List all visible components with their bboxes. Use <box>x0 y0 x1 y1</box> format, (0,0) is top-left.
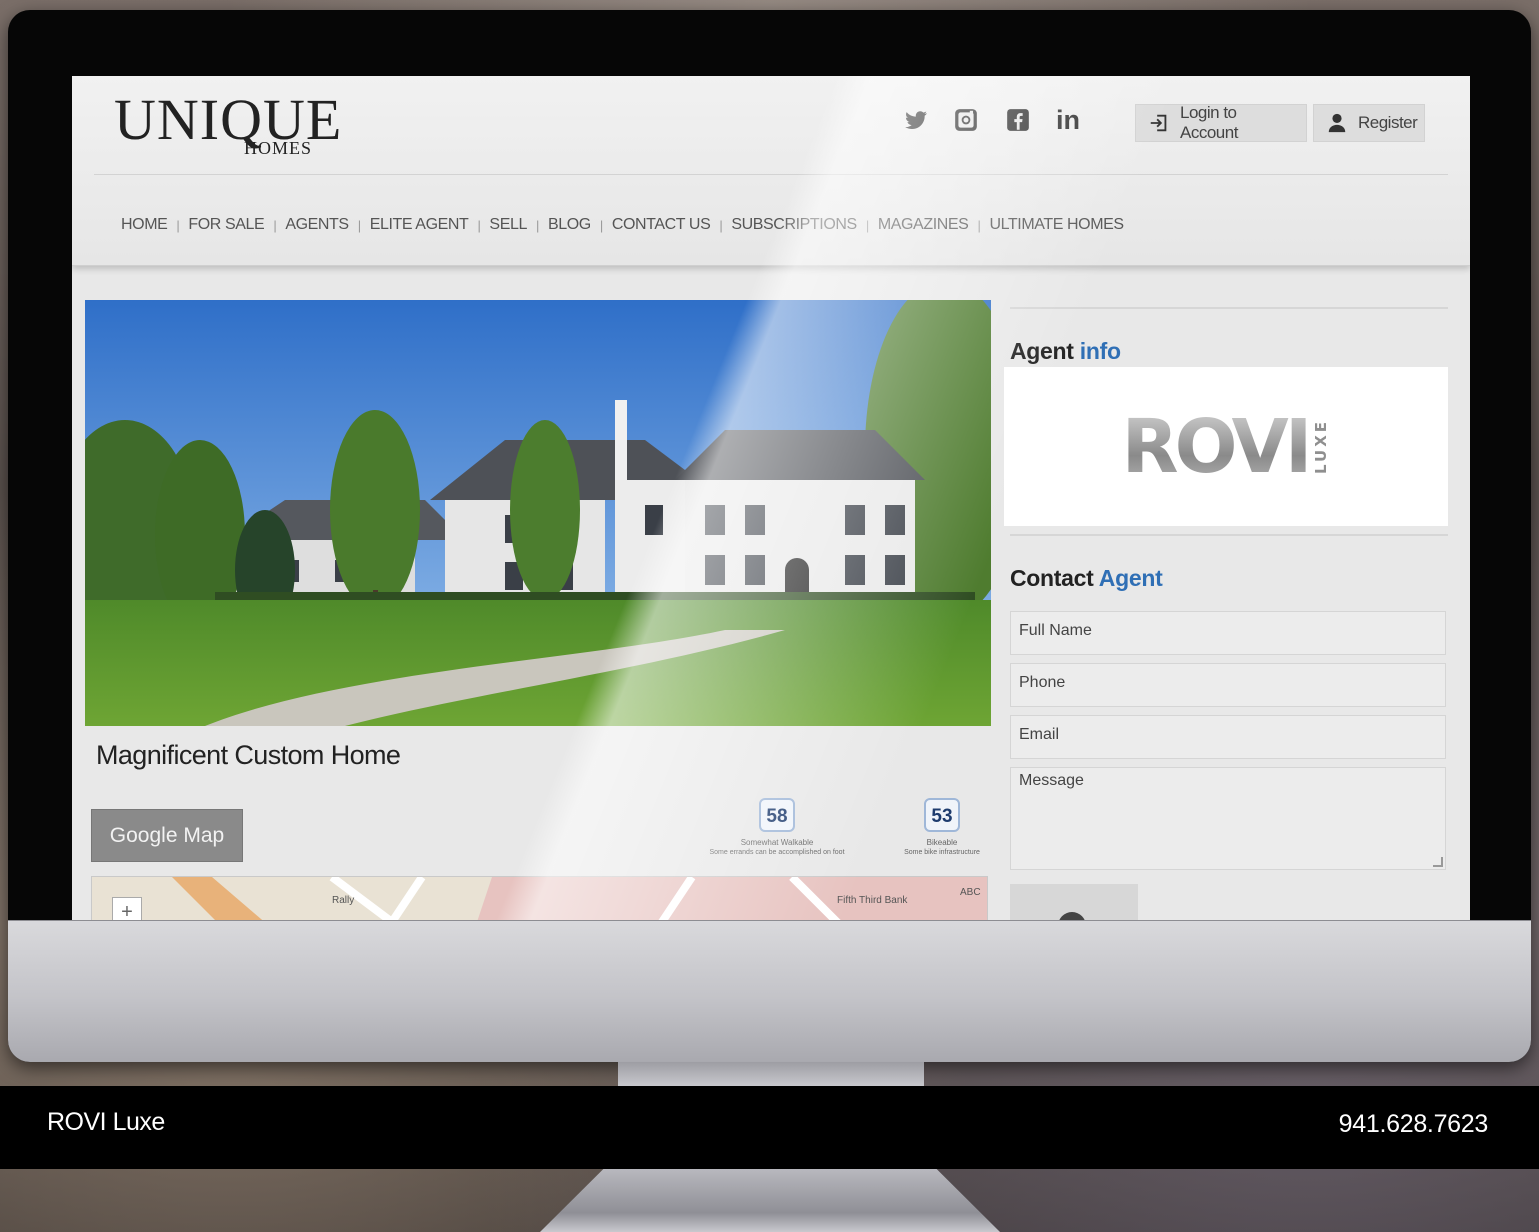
sidebar-divider <box>1010 534 1448 536</box>
email-field[interactable]: Email <box>1010 715 1446 759</box>
nav-separator: | <box>357 217 361 233</box>
captcha-widget[interactable] <box>1010 884 1138 920</box>
header-divider <box>94 174 1448 175</box>
nav-item-blog[interactable]: BLOG <box>548 216 591 234</box>
site-logo-sub: HOMES <box>244 138 313 158</box>
facebook-icon[interactable] <box>1004 106 1032 134</box>
contact-accent: Agent <box>1098 565 1163 591</box>
message-field[interactable]: Message <box>1010 767 1446 870</box>
nav-item-for-sale[interactable]: FOR SALE <box>188 216 264 234</box>
agent-info-accent: info <box>1079 338 1121 364</box>
captcha-icon <box>1058 912 1086 920</box>
sidebar-divider <box>1010 307 1448 309</box>
full-name-field[interactable]: Full Name <box>1010 611 1446 655</box>
contact-agent-heading: Contact Agent <box>1010 565 1163 592</box>
footer-phone[interactable]: 941.628.7623 <box>1300 1110 1489 1139</box>
linkedin-icon[interactable]: in <box>1054 105 1082 135</box>
instagram-icon[interactable] <box>952 106 980 134</box>
walk-score-badge: 58 <box>759 798 795 832</box>
map-label-rally: Rally <box>332 895 355 906</box>
map-label-abc: ABC <box>960 887 981 898</box>
agent-logo[interactable]: ROVI LUXE <box>1004 367 1448 526</box>
monitor-neck <box>618 1062 924 1086</box>
login-icon <box>1150 114 1167 132</box>
user-icon <box>1328 113 1346 133</box>
login-label: Login to Account <box>1180 103 1238 142</box>
walk-score-desc: Some errands can be accomplished on foot <box>709 849 845 856</box>
nav-item-sell[interactable]: SELL <box>489 216 527 234</box>
nav-item-subscriptions[interactable]: SUBSCRIPTIONS <box>731 216 857 234</box>
listing-photo[interactable] <box>85 300 991 726</box>
agent-logo-tag: LUXE <box>1312 418 1331 474</box>
listing-title: Magnificent Custom Home <box>96 740 401 770</box>
nav-separator: | <box>719 217 723 233</box>
message-placeholder: Message <box>1019 772 1084 789</box>
resize-handle-icon[interactable] <box>1433 857 1443 867</box>
site-header: UNIQUE HOMES in Login to Account Registe… <box>72 76 1470 266</box>
main-nav: HOME | FOR SALE | AGENTS | ELITE AGENT | SEL… <box>121 216 1124 234</box>
walk-score[interactable]: 58 Somewhat Walkable Some errands can be… <box>692 798 862 856</box>
monitor-chin <box>8 920 1531 1062</box>
map-zoom-in-button[interactable]: + <box>112 897 142 920</box>
google-map-button[interactable]: Google Map <box>91 809 243 862</box>
contact-prefix: Contact <box>1010 565 1094 591</box>
google-map[interactable]: + Rally Fifth Third Bank ABC <box>91 876 988 920</box>
bike-score-label: Bikeable <box>926 838 958 847</box>
monitor-stand <box>540 1168 1000 1232</box>
agent-info-heading: Agent info <box>1010 338 1121 365</box>
nav-separator: | <box>865 217 869 233</box>
nav-item-home[interactable]: HOME <box>121 216 168 234</box>
nav-item-agents[interactable]: AGENTS <box>285 216 349 234</box>
nav-item-ultimate-homes[interactable]: ULTIMATE HOMES <box>989 216 1124 234</box>
bike-score-desc: Some bike infrastructure <box>904 849 980 856</box>
login-button[interactable]: Login to Account <box>1135 103 1307 142</box>
walk-score-label: Somewhat Walkable <box>740 838 814 847</box>
nav-separator: | <box>477 217 481 233</box>
agent-logo-word: ROVI <box>1121 403 1313 490</box>
nav-separator: | <box>176 217 180 233</box>
phone-field[interactable]: Phone <box>1010 663 1446 707</box>
website-screen: UNIQUE HOMES in Login to Account Registe… <box>72 76 1470 920</box>
nav-separator: | <box>273 217 277 233</box>
bike-score[interactable]: 53 Bikeable Some bike infrastructure <box>892 798 992 856</box>
bike-score-badge: 53 <box>924 798 960 832</box>
footer-brand: ROVI Luxe <box>47 1108 165 1136</box>
nav-item-magazines[interactable]: MAGAZINES <box>878 216 969 234</box>
register-button[interactable]: Register <box>1313 104 1425 142</box>
agent-info-prefix: Agent <box>1010 338 1074 364</box>
nav-item-elite-agent[interactable]: ELITE AGENT <box>370 216 469 234</box>
nav-separator: | <box>977 217 981 233</box>
nav-item-contact-us[interactable]: CONTACT US <box>612 216 711 234</box>
map-label-bank: Fifth Third Bank <box>837 895 908 906</box>
twitter-icon[interactable] <box>902 106 930 134</box>
register-label: Register <box>1358 113 1418 132</box>
nav-separator: | <box>599 217 603 233</box>
nav-separator: | <box>535 217 539 233</box>
